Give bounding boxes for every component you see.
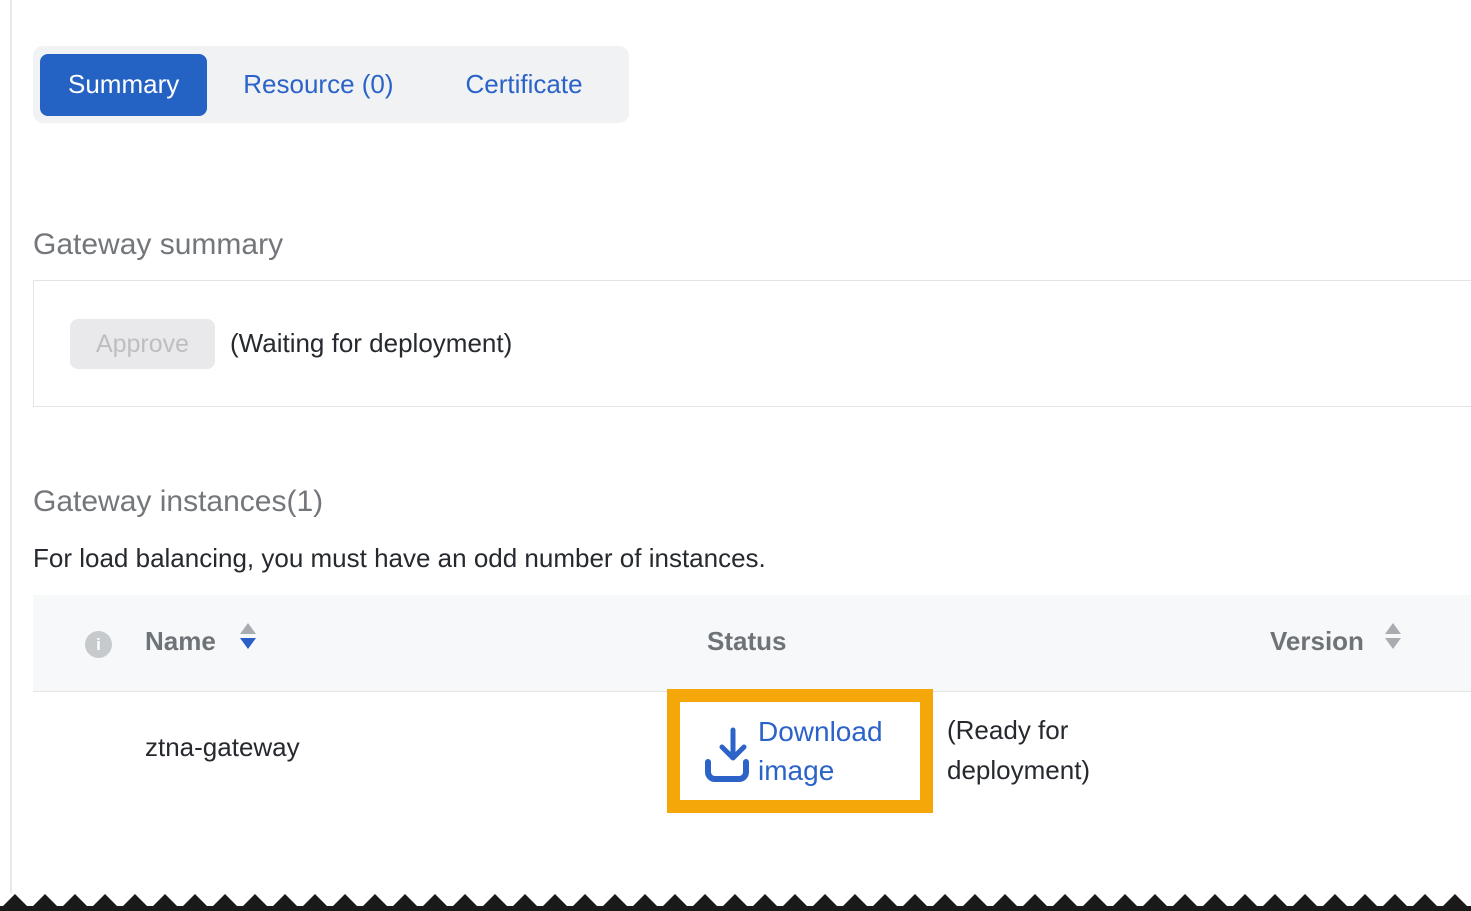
gateway-instances-table: i Name Status Version ztna-gateway Downl… [33, 595, 1471, 867]
table-header-row: i Name Status Version [33, 595, 1471, 692]
load-balancing-hint: For load balancing, you must have an odd… [33, 543, 766, 574]
ready-for-deployment-note: (Ready for deployment) [947, 710, 1142, 790]
deployment-waiting-note: (Waiting for deployment) [230, 328, 512, 359]
sort-asc-icon [1385, 623, 1401, 634]
gateway-instances-heading: Gateway instances(1) [33, 485, 323, 519]
sort-arrows-icon[interactable] [1385, 623, 1401, 649]
table-row: ztna-gateway Download image (Ready for d… [33, 692, 1471, 867]
download-icon [704, 726, 754, 784]
tab-resource[interactable]: Resource (0) [207, 54, 429, 116]
column-header-status: Status [707, 626, 786, 657]
instance-name-cell: ztna-gateway [145, 732, 300, 763]
tab-bar: Summary Resource (0) Certificate [33, 46, 629, 123]
info-icon[interactable]: i [85, 631, 112, 658]
sort-asc-icon [240, 623, 256, 634]
column-header-version[interactable]: Version [1270, 626, 1364, 657]
gateway-summary-heading: Gateway summary [33, 228, 283, 262]
sort-desc-icon [1385, 638, 1401, 649]
approve-button[interactable]: Approve [70, 319, 215, 369]
sort-arrows-icon[interactable] [240, 623, 256, 649]
panel-divider-line [10, 0, 12, 893]
torn-edge-decoration [0, 891, 1471, 911]
highlight-annotation-box: Download image [667, 689, 933, 813]
gateway-summary-panel: Approve (Waiting for deployment) [33, 280, 1471, 407]
tab-certificate[interactable]: Certificate [430, 54, 619, 116]
download-image-label: Download image [758, 712, 896, 790]
tab-summary[interactable]: Summary [40, 54, 207, 116]
sort-desc-icon [240, 638, 256, 649]
download-image-link[interactable]: Download image [704, 712, 896, 790]
column-header-name[interactable]: Name [145, 626, 216, 657]
